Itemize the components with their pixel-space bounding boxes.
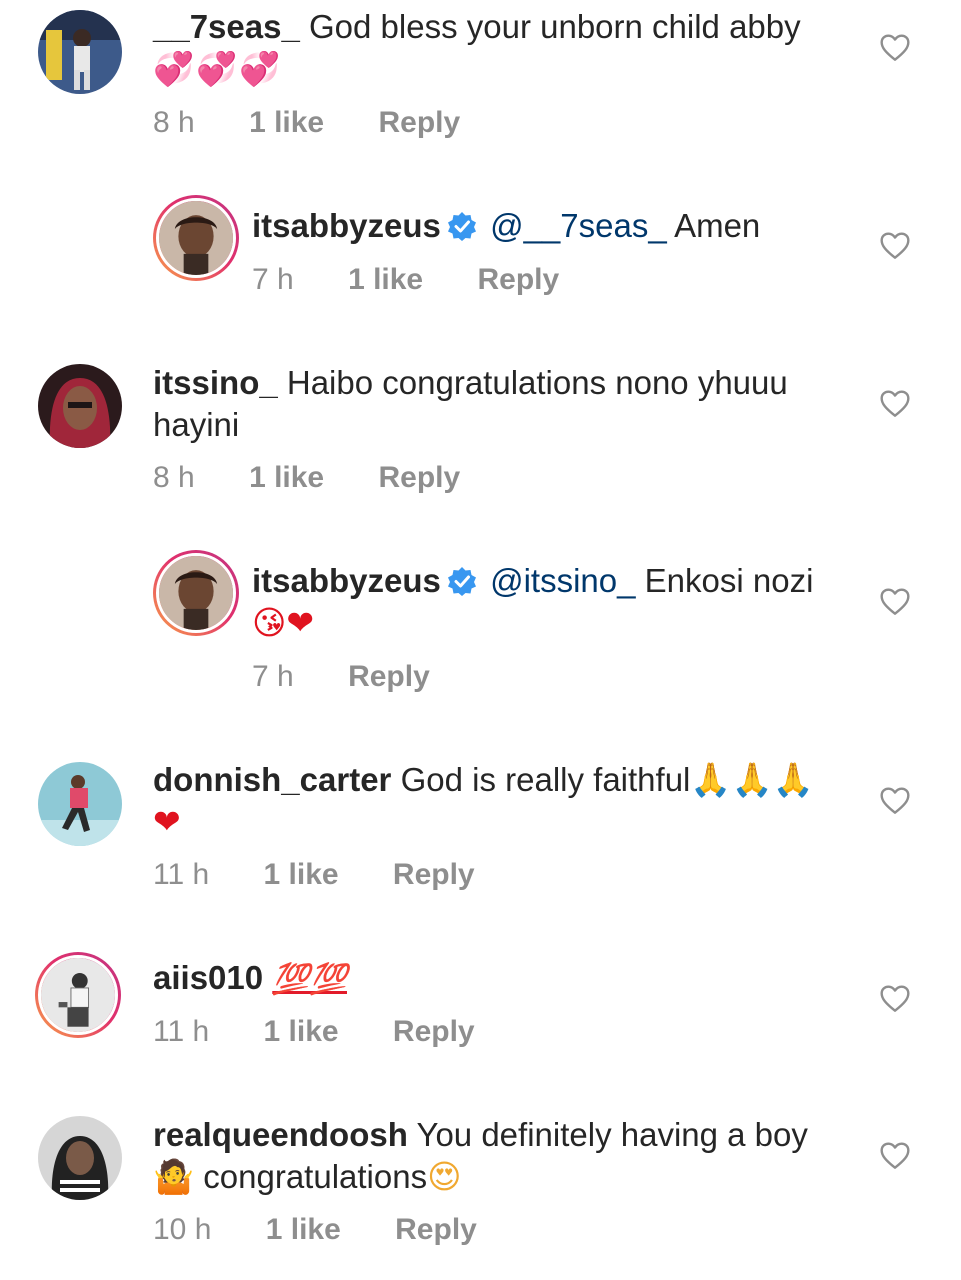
comment-meta: 8 h 1 like Reply (153, 106, 460, 140)
comment-meta: 10 h 1 like Reply (153, 1213, 477, 1247)
reply-button[interactable]: Reply (378, 461, 460, 495)
like-button[interactable] (879, 230, 911, 260)
like-button[interactable] (879, 32, 911, 62)
reply-button[interactable]: Reply (395, 1213, 477, 1247)
verified-badge-icon (447, 212, 476, 241)
pray-emoji: 🙏🙏🙏 (690, 760, 814, 799)
comment-meta: 11 h 1 like Reply (153, 858, 475, 892)
comment-text: itssino_ Haibo congratulations nono yhuu… (153, 362, 843, 446)
kiss-heart-emoji: 😘❤ (252, 603, 315, 642)
comment-body: Amen (674, 207, 761, 244)
comment-text: donnish_carter God is really faithful🙏🙏🙏… (153, 759, 853, 843)
like-button[interactable] (879, 983, 911, 1013)
reply-button[interactable]: Reply (348, 660, 430, 694)
comment-text: itsabbyzeus @__7seas_ Amen (252, 205, 952, 247)
heart-outline-icon (880, 390, 910, 417)
like-button[interactable] (879, 388, 911, 418)
comment-username[interactable]: itsabbyzeus (252, 562, 441, 599)
hundred-emoji: 💯💯 (272, 963, 347, 996)
verified-badge-icon (447, 567, 476, 596)
heart-outline-icon (880, 588, 910, 615)
comment-username[interactable]: donnish_carter (153, 761, 391, 798)
heart-outline-icon (880, 787, 910, 814)
comment-username[interactable]: aiis010 (153, 959, 263, 996)
comment-time: 8 h (153, 461, 195, 494)
heart-outline-icon (880, 1142, 910, 1169)
comment-time: 7 h (252, 263, 294, 296)
comment-text: aiis010 💯💯 (153, 957, 853, 1001)
comment-body: Enkosi nozi (644, 562, 814, 599)
comment-meta: 11 h 1 like Reply (153, 1015, 475, 1049)
reply-button[interactable]: Reply (477, 263, 559, 297)
comment-body-2: congratulations (203, 1158, 428, 1195)
comment-body: God is really faithful (400, 761, 691, 798)
comment-text: __7seas_ God bless your unborn child abb… (153, 6, 853, 90)
avatar[interactable] (35, 952, 121, 1038)
hearts-emoji: 💞💞💞 (153, 49, 283, 88)
comment-username[interactable]: itssino_ (153, 364, 278, 401)
comment-time: 8 h (153, 106, 195, 139)
heart-outline-icon (880, 34, 910, 61)
heart-eyes-emoji: 😍 (427, 1157, 462, 1196)
comment-text: itsabbyzeus @itssino_ Enkosi nozi 😘❤ (252, 560, 952, 644)
comment-username[interactable]: itsabbyzeus (252, 207, 441, 244)
comment-meta: 7 h Reply (252, 660, 430, 694)
reply-button[interactable]: Reply (393, 1015, 475, 1049)
avatar[interactable] (38, 762, 122, 846)
comment-time: 11 h (153, 858, 210, 891)
like-button[interactable] (879, 586, 911, 616)
comment-username[interactable]: __7seas_ (153, 8, 300, 45)
comment-likes[interactable]: 1 like (348, 263, 423, 297)
avatar[interactable] (38, 1116, 122, 1200)
avatar[interactable] (38, 364, 122, 448)
reply-button[interactable]: Reply (393, 858, 475, 892)
comment-likes[interactable]: 1 like (249, 461, 324, 495)
avatar[interactable] (38, 10, 122, 94)
comment-username[interactable]: realqueendoosh (153, 1116, 408, 1153)
comment-likes[interactable]: 1 like (249, 106, 324, 140)
comment-text: realqueendoosh You definitely having a b… (153, 1114, 853, 1198)
comment-time: 10 h (153, 1213, 212, 1246)
comment-meta: 7 h 1 like Reply (252, 263, 559, 297)
red-heart-emoji: ❤ (153, 802, 181, 841)
reply-button[interactable]: Reply (378, 106, 460, 140)
mention-link[interactable]: @itssino_ (490, 562, 635, 599)
shrug-emoji: 🤷 (153, 1157, 195, 1196)
like-button[interactable] (879, 785, 911, 815)
comment-body: You definitely having a boy (416, 1116, 808, 1153)
comment-likes[interactable]: 1 like (264, 858, 339, 892)
heart-outline-icon (880, 232, 910, 259)
comment-likes[interactable]: 1 like (264, 1015, 339, 1049)
mention-link[interactable]: @__7seas_ (490, 207, 667, 244)
like-button[interactable] (879, 1140, 911, 1170)
heart-outline-icon (880, 985, 910, 1012)
avatar[interactable] (153, 195, 239, 281)
comment-time: 11 h (153, 1015, 210, 1048)
comment-likes[interactable]: 1 like (266, 1213, 341, 1247)
comment-meta: 8 h 1 like Reply (153, 461, 460, 495)
comment-time: 7 h (252, 660, 294, 693)
comment-body: God bless your unborn child abby (309, 8, 801, 45)
avatar[interactable] (153, 550, 239, 636)
